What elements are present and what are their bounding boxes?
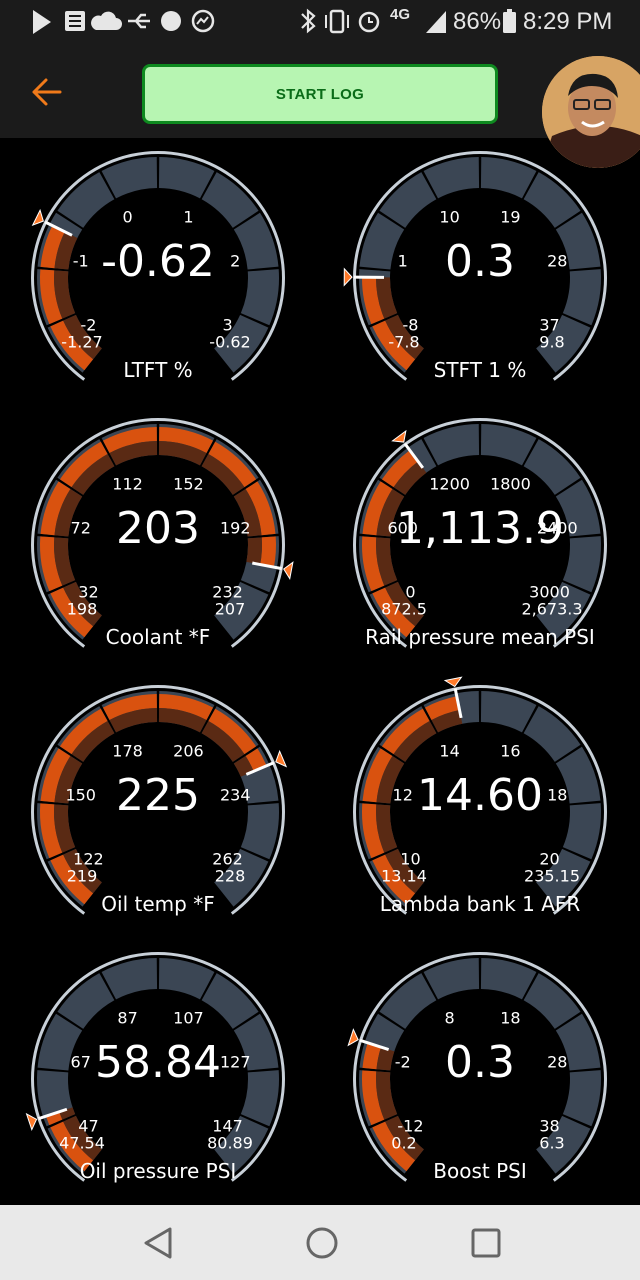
- back-triangle-icon: [144, 1227, 172, 1259]
- nav-home-button[interactable]: [302, 1223, 342, 1263]
- nav-back-button[interactable]: [138, 1223, 178, 1263]
- gauge-min-reading: 13.14: [381, 866, 427, 886]
- gauge-max-reading: 235.15: [524, 866, 580, 886]
- gauge-tick-label: 1: [183, 207, 194, 227]
- gauge-lambda-bank-1-afr[interactable]: 10 12 14 16 18 20 14.60 13.14 235.15 Lambda bank …: [320, 672, 640, 938]
- gauge-title: Boost PSI: [433, 1159, 527, 1183]
- app-bar: START LOG: [0, 44, 640, 168]
- gauge-tick-label: 87: [117, 1008, 138, 1028]
- home-circle-icon: [306, 1227, 338, 1259]
- gauge-value: 14.60: [417, 770, 543, 821]
- gauge-max-reading: 2,673.3: [521, 599, 583, 619]
- vibrate-icon: [329, 9, 345, 34]
- system-nav-bar: [0, 1205, 640, 1280]
- gauge-tick-label: 152: [173, 474, 204, 494]
- gauge-max-reading: 9.8: [539, 332, 565, 352]
- gauge-value: 1,113.9: [396, 503, 564, 554]
- gauge-value: 203: [116, 503, 200, 554]
- start-log-button[interactable]: START LOG: [142, 64, 498, 124]
- gauge-value: -0.62: [101, 236, 215, 287]
- gauge-min-reading: 198: [66, 599, 98, 619]
- gauge-needle-tip: [283, 561, 294, 580]
- gauge-needle-tip: [391, 429, 407, 443]
- gauge-min-reading: -1.27: [61, 332, 103, 352]
- gauge-oil-temp-f[interactable]: 122 150 178 206 234 262 225 219 228 Oil temp *F: [0, 672, 318, 938]
- network-type: 4G: [390, 6, 411, 23]
- bluetooth-icon: [301, 8, 316, 34]
- arrow-left-icon: [32, 78, 62, 106]
- gauge-ltft[interactable]: -2 -1 0 1 2 3 -0.62 -1.27 -0.62 LTFT %: [0, 138, 318, 404]
- gauge-tick-label: 14: [439, 741, 460, 761]
- gauge-tick-label: 1800: [490, 474, 531, 494]
- usb-icon: [128, 13, 150, 29]
- gauge-tick-label: 107: [173, 1008, 204, 1028]
- gauge-boost-psi[interactable]: -12 -2 8 18 28 38 0.3 0.2 6.3 Boost PSI: [320, 939, 640, 1205]
- gauge-oil-pressure-psi[interactable]: 47 67 87 107 127 147 58.84 47.54 80.89 Oil pressu…: [0, 939, 318, 1205]
- gauge-stft-1[interactable]: -8 1 10 19 28 37 0.3 -7.8 9.8 STFT 1 %: [320, 138, 640, 404]
- gauge-tick-label: 19: [500, 207, 521, 227]
- gauge-min-reading: -7.8: [388, 332, 420, 352]
- gauge-tick-label: 178: [112, 741, 143, 761]
- battery-icon: [503, 12, 516, 33]
- gauge-coolant-f[interactable]: 32 72 112 152 192 232 203 198 207 Coolant *F: [0, 405, 318, 671]
- gauge-tick-label: 10: [439, 207, 460, 227]
- gauge-title: Oil temp *F: [101, 892, 215, 916]
- gauge-tick-label: 0: [122, 207, 133, 227]
- gauge-title: LTFT %: [123, 358, 193, 382]
- gauge-max-reading: 6.3: [539, 1133, 565, 1153]
- gauge-needle-tip: [443, 676, 463, 688]
- battery-percent: 86%: [453, 8, 502, 35]
- recents-square-icon: [471, 1228, 501, 1258]
- cloud-icon: [91, 11, 122, 31]
- signal-icon: [426, 11, 446, 33]
- gauge-tick-label: 16: [500, 741, 521, 761]
- gauge-min-reading: 872.5: [381, 599, 427, 619]
- baseball-icon: [161, 11, 181, 31]
- gauge-title: Coolant *F: [105, 625, 211, 649]
- gauge-tick-label: 112: [112, 474, 143, 494]
- gauge-value: 0.3: [445, 1037, 515, 1088]
- gauge-value: 225: [116, 770, 200, 821]
- nav-recents-button[interactable]: [466, 1223, 506, 1263]
- gauge-value: 0.3: [445, 236, 515, 287]
- clock: 8:29 PM: [523, 8, 613, 35]
- back-button[interactable]: [22, 70, 70, 114]
- status-bar: 4G 86% 8:29 PM: [0, 0, 640, 44]
- gauge-max-reading: 228: [214, 866, 246, 886]
- gauge-max-reading: 207: [214, 599, 246, 619]
- gauge-min-reading: 47.54: [59, 1133, 105, 1153]
- gauge-tick-label: 206: [173, 741, 204, 761]
- gauge-max-reading: 80.89: [207, 1133, 253, 1153]
- gauge-min-reading: 0.2: [391, 1133, 417, 1153]
- gauge-needle-tip: [275, 749, 288, 768]
- gauge-title: Lambda bank 1 AFR: [379, 892, 581, 916]
- gauge-grid: -2 -1 0 1 2 3 -0.62 -1.27 -0.62 LTFT % -8 1 10 19 28 37…: [0, 138, 640, 1205]
- gauge-max-reading: -0.62: [209, 332, 251, 352]
- gauge-rail-pressure-mean-psi[interactable]: 0 600 1200 1800 2400 3000 1,113.9 872.5 2,673.3 R…: [320, 405, 640, 671]
- play-icon: [33, 10, 51, 34]
- gauge-tick-label: 8: [444, 1008, 455, 1028]
- gauge-title: Rail pressure mean PSI: [365, 625, 595, 649]
- gauge-title: STFT 1 %: [433, 358, 527, 382]
- gauge-title: Oil pressure PSI: [79, 1159, 237, 1183]
- gauge-value: 58.84: [95, 1037, 221, 1088]
- gauge-tick-label: 1200: [429, 474, 470, 494]
- gauge-min-reading: 219: [66, 866, 98, 886]
- gauge-needle-tip: [31, 208, 44, 227]
- gauge-needle-tip: [25, 1112, 38, 1132]
- gauge-tick-label: 18: [500, 1008, 521, 1028]
